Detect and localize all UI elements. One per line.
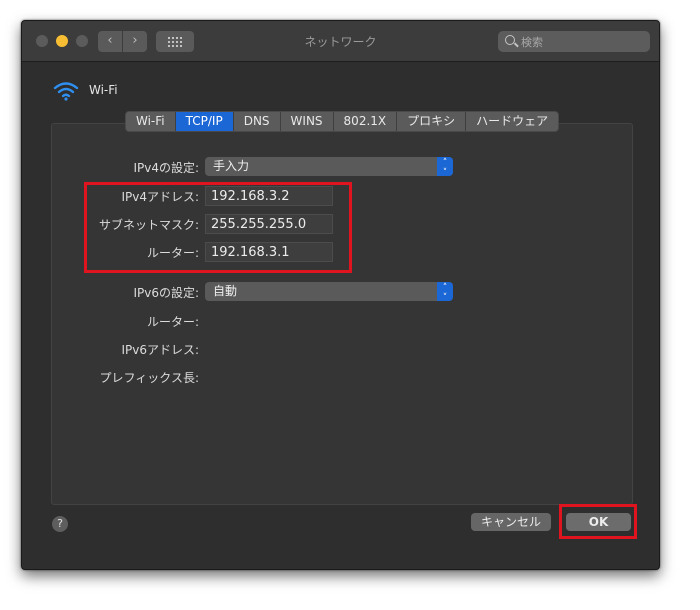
cancel-button[interactable]: キャンセル — [471, 513, 551, 531]
ipv4-config-label: IPv4の設定: — [133, 161, 199, 175]
ipv4-config-popup[interactable]: 手入力 ˄ ˅ — [205, 157, 453, 178]
ipv4-config-value: 手入力 — [213, 159, 250, 173]
search-icon — [505, 35, 515, 45]
tab-tcpip[interactable]: TCP/IP — [175, 112, 234, 131]
highlight-ipv4-fields — [84, 182, 352, 273]
ipv6-router-label: ルーター: — [146, 315, 199, 329]
ipv6-config-popup[interactable]: 自動 ˄ ˅ — [205, 282, 453, 303]
wifi-icon — [53, 82, 79, 101]
ipv6-address-label: IPv6アドレス: — [121, 343, 199, 357]
help-button[interactable]: ? — [52, 516, 68, 532]
up-down-chevron-icon: ˄ ˅ — [437, 282, 453, 303]
tab-proxy[interactable]: プロキシ — [397, 112, 467, 131]
search-placeholder: 検索 — [521, 36, 543, 49]
ipv6-config-label: IPv6の設定: — [133, 286, 199, 300]
up-down-chevron-icon: ˄ ˅ — [437, 157, 453, 178]
tab-hardware[interactable]: ハードウェア — [466, 112, 558, 131]
highlight-ok-button — [559, 504, 637, 539]
tab-dns[interactable]: DNS — [234, 112, 281, 131]
settings-panel — [51, 123, 633, 505]
prefix-length-label: プレフィックス長: — [99, 371, 199, 385]
tab-wins[interactable]: WINS — [281, 112, 334, 131]
search-field[interactable]: 検索 — [498, 31, 650, 52]
ipv6-config-value: 自動 — [213, 284, 238, 298]
tab-8021x[interactable]: 802.1X — [334, 112, 398, 131]
tab-wifi[interactable]: Wi-Fi — [126, 112, 176, 131]
network-window: ‹ › ネットワーク 検索 Wi-Fi Wi-Fi TCP/IP DNS WIN… — [21, 20, 660, 570]
tab-bar: Wi-Fi TCP/IP DNS WINS 802.1X プロキシ ハードウェア — [125, 111, 560, 132]
title-bar: ‹ › ネットワーク 検索 — [22, 21, 659, 62]
interface-name: Wi-Fi — [89, 83, 118, 97]
